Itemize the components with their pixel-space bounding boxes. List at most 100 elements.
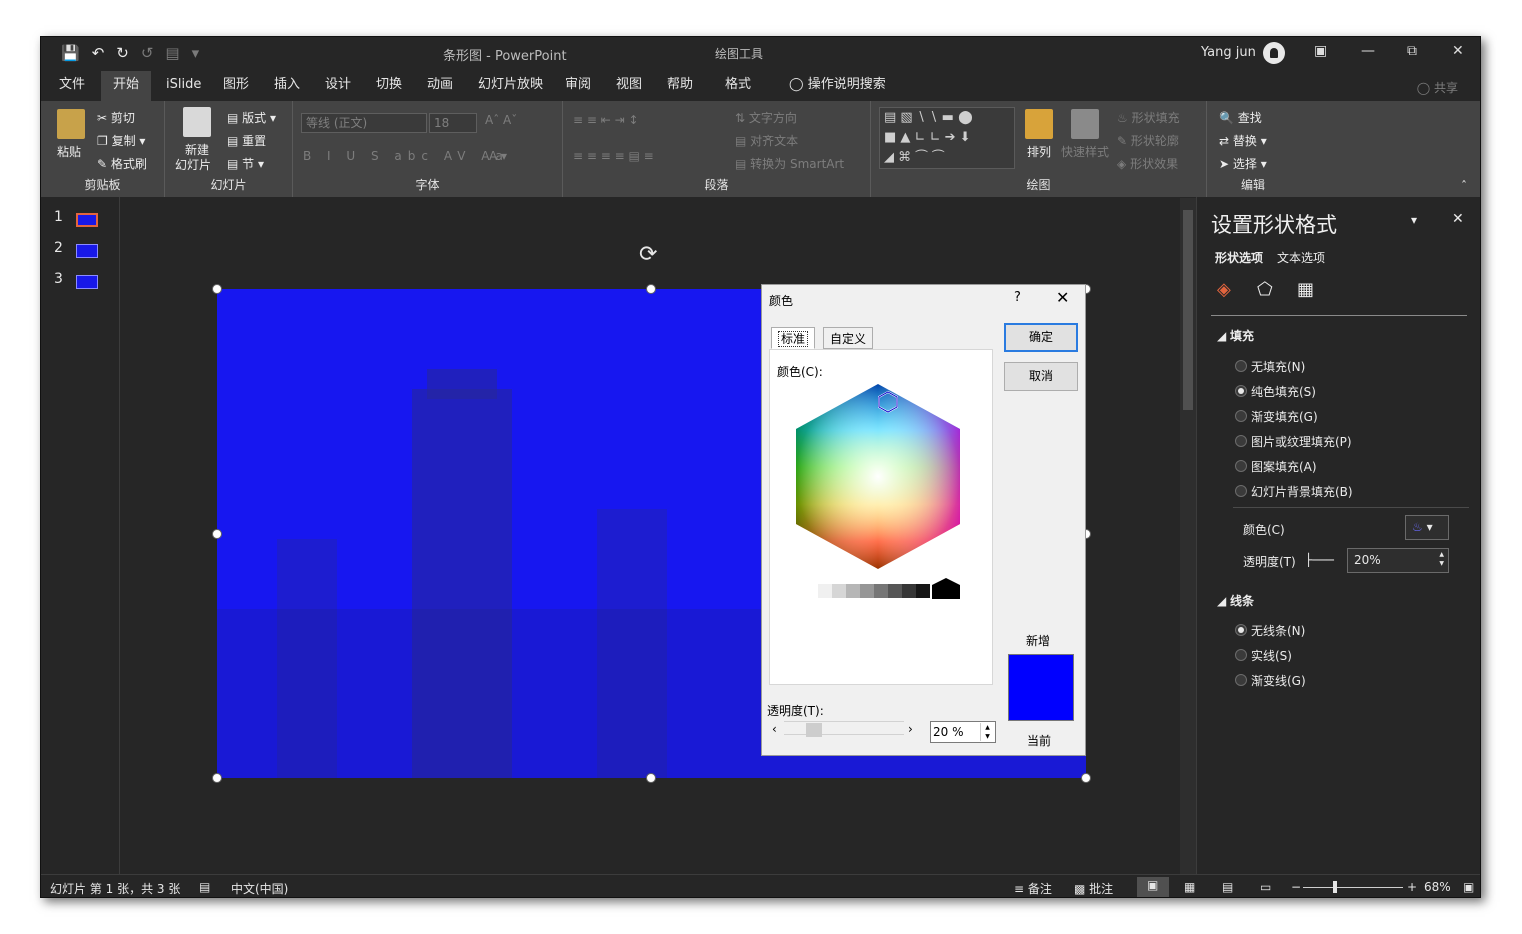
accessibility-icon[interactable]: ▤: [199, 880, 210, 894]
fill-transparency-slider[interactable]: ├───: [1305, 553, 1334, 567]
align-text-button[interactable]: ▤ 对齐文本: [735, 132, 798, 149]
cancel-button[interactable]: 取消: [1004, 362, 1078, 391]
tab-slideshow[interactable]: 幻灯片放映: [466, 71, 555, 101]
slide-thumbnail-2[interactable]: [76, 244, 98, 258]
ribbon-display-icon[interactable]: ▣: [1314, 43, 1327, 59]
spinner-icon[interactable]: ▲ ▼: [980, 723, 994, 741]
tab-help[interactable]: 帮助: [655, 71, 705, 101]
slider-left-icon[interactable]: ‹: [772, 722, 777, 736]
size-properties-icon[interactable]: ▦: [1297, 279, 1314, 300]
list-icons[interactable]: ≡ ≡ ⇤ ⇥ ↕: [573, 113, 639, 127]
font-name-field[interactable]: 等线 (正文): [301, 113, 427, 133]
fill-radio-none[interactable]: [1235, 360, 1247, 372]
effects-pentagon-icon[interactable]: ⬠: [1257, 279, 1273, 300]
zoom-slider-knob[interactable]: [1333, 881, 1337, 893]
restore-icon[interactable]: ⧉: [1407, 43, 1417, 59]
quick-styles-button[interactable]: 快速样式: [1061, 143, 1109, 160]
line-section-toggle[interactable]: ◢ 线条: [1217, 592, 1254, 609]
repeat-icon[interactable]: ↺: [141, 44, 154, 62]
copy-button[interactable]: ❐ 复制 ▾: [97, 132, 145, 149]
redo-icon[interactable]: ↻: [116, 44, 129, 62]
comments-button[interactable]: ▩ 批注: [1074, 880, 1113, 897]
fill-radio-slide-background[interactable]: [1235, 485, 1247, 497]
zoom-level[interactable]: 68%: [1424, 880, 1451, 894]
resize-handle[interactable]: [1081, 773, 1091, 783]
font-color-icon[interactable]: A ▾: [489, 149, 507, 163]
line-radio-none[interactable]: [1235, 624, 1247, 636]
fill-radio-gradient[interactable]: [1235, 410, 1247, 422]
paste-button[interactable]: 粘贴: [57, 143, 81, 160]
fill-radio-pattern[interactable]: [1235, 460, 1247, 472]
transparency-slider[interactable]: [784, 721, 904, 735]
ok-button[interactable]: 确定: [1004, 323, 1078, 352]
tab-design[interactable]: 设计: [313, 71, 363, 101]
fill-section-toggle[interactable]: ◢ 填充: [1217, 327, 1254, 344]
tab-format[interactable]: 格式: [713, 71, 763, 101]
reset-button[interactable]: ▤ 重置: [227, 132, 266, 149]
user-name[interactable]: Yang jun: [1201, 45, 1256, 60]
text-direction-button[interactable]: ⇅ 文字方向: [735, 109, 797, 126]
tab-shape-options[interactable]: 形状选项: [1215, 249, 1263, 266]
grow-shrink-font-icons[interactable]: Aˆ Aˇ: [485, 113, 517, 127]
tab-standard[interactable]: 标准: [771, 327, 816, 349]
shape-outline-button[interactable]: ✎ 形状轮廓: [1117, 132, 1179, 149]
tab-file[interactable]: 文件: [47, 71, 97, 101]
collapse-ribbon-icon[interactable]: ˆ: [1461, 179, 1467, 193]
format-painter-button[interactable]: ✎ 格式刷: [97, 155, 147, 172]
resize-handle[interactable]: [212, 284, 222, 294]
tell-me-search[interactable]: ◯ 操作说明搜索: [777, 71, 898, 101]
help-button[interactable]: ?: [1014, 290, 1021, 305]
shapes-gallery[interactable]: ▤ ▧ ∖ ∖ ▬ ⬤ ■ ▲ ∟ ∟ ➔ ⬇ ◢ ⌘ ⏜ ⏜: [879, 107, 1015, 169]
fit-slide-icon[interactable]: ▣: [1463, 880, 1474, 894]
new-slide-icon[interactable]: [183, 107, 211, 137]
scrollbar-thumb[interactable]: [1183, 210, 1193, 410]
cut-button[interactable]: ✂ 剪切: [97, 109, 135, 126]
arrange-icon[interactable]: [1025, 109, 1053, 139]
tab-custom[interactable]: 自定义: [823, 327, 874, 349]
pane-options-dropdown-icon[interactable]: ▾: [1411, 213, 1417, 227]
transparency-slider-knob[interactable]: [806, 723, 822, 737]
resize-handle[interactable]: [212, 529, 222, 539]
color-hexagon[interactable]: [778, 384, 978, 599]
font-size-field[interactable]: 18: [429, 113, 477, 133]
slide-thumbnail-1[interactable]: [76, 213, 98, 227]
new-slide-dropdown[interactable]: 幻灯片: [175, 156, 211, 173]
fill-transparency-input[interactable]: 20% ▲ ▼: [1347, 548, 1449, 573]
tab-view[interactable]: 视图: [604, 71, 654, 101]
resize-handle[interactable]: [212, 773, 222, 783]
layout-button[interactable]: ▤ 版式 ▾: [227, 109, 276, 126]
fill-radio-solid[interactable]: [1235, 385, 1247, 397]
smartart-button[interactable]: ▤ 转换为 SmartArt: [735, 155, 844, 172]
transparency-input[interactable]: 20 % ▲ ▼: [930, 721, 996, 743]
share-button[interactable]: ◯ 共享: [1417, 79, 1458, 96]
align-icons[interactable]: ≡ ≡ ≡ ≡ ▤ ≡: [573, 149, 654, 163]
replace-button[interactable]: ⇄ 替换 ▾: [1219, 132, 1267, 149]
select-button[interactable]: ➤ 选择 ▾: [1219, 155, 1267, 172]
line-radio-solid[interactable]: [1235, 649, 1247, 661]
tab-transitions[interactable]: 切换: [364, 71, 414, 101]
line-radio-gradient[interactable]: [1235, 674, 1247, 686]
zoom-slider[interactable]: [1303, 887, 1403, 888]
tab-islide[interactable]: iSlide: [154, 71, 213, 101]
close-icon[interactable]: ✕: [1452, 43, 1464, 59]
rotate-handle-icon[interactable]: ⟳: [639, 242, 657, 267]
minimize-icon[interactable]: —: [1361, 43, 1375, 59]
normal-view-button[interactable]: ▣: [1137, 877, 1169, 897]
slide-sorter-icon[interactable]: ▦: [1184, 880, 1195, 894]
font-style-icons[interactable]: B I U S abc AV Aa: [303, 149, 509, 163]
shape-effects-button[interactable]: ◈ 形状效果: [1117, 155, 1178, 172]
dialog-close-icon[interactable]: ✕: [1056, 288, 1069, 307]
save-icon[interactable]: 💾: [61, 44, 80, 62]
fill-color-picker[interactable]: ♨ ▾: [1405, 515, 1449, 540]
slide-thumbnail-3[interactable]: [76, 275, 98, 289]
pane-close-icon[interactable]: ✕: [1452, 211, 1464, 227]
resize-handle[interactable]: [646, 284, 656, 294]
fill-radio-picture[interactable]: [1235, 435, 1247, 447]
shape-fill-button[interactable]: ♨ 形状填充: [1117, 109, 1180, 126]
customize-qat-icon[interactable]: ▾: [192, 44, 200, 62]
zoom-out-icon[interactable]: −: [1291, 880, 1301, 894]
reading-view-icon[interactable]: ▤: [1222, 880, 1233, 894]
notes-button[interactable]: ≡ 备注: [1014, 880, 1052, 897]
quick-styles-icon[interactable]: [1071, 109, 1099, 139]
avatar[interactable]: [1263, 42, 1285, 64]
